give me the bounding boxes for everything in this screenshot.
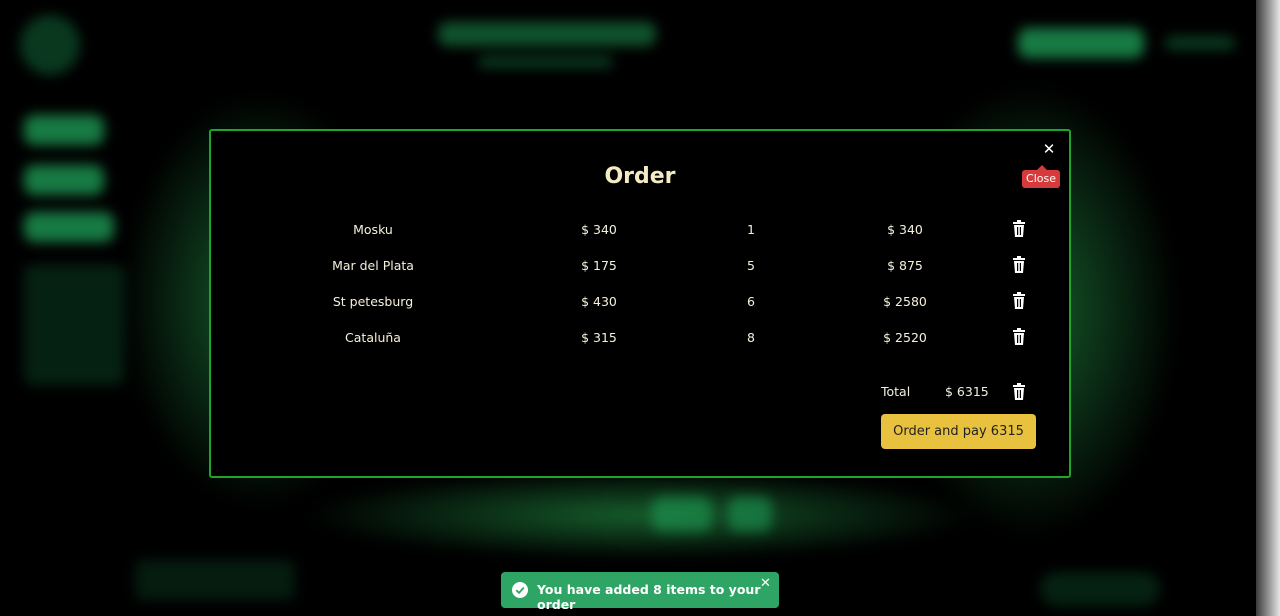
order-row: St petesburg $ 430 6 $ 2580 xyxy=(211,292,1069,312)
background-sidebar-list xyxy=(24,265,124,385)
background-footer-text xyxy=(135,560,295,600)
background-header-button xyxy=(1018,28,1144,58)
modal-title: Order xyxy=(604,164,676,189)
item-quantity: 5 xyxy=(747,258,755,273)
close-icon[interactable]: ✕ xyxy=(760,576,771,591)
background-site-title xyxy=(438,22,656,46)
item-subtotal: $ 2520 xyxy=(883,330,927,345)
background-subtitle xyxy=(478,56,613,68)
item-name: St petesburg xyxy=(332,294,414,309)
item-name: Mar del Plata xyxy=(332,258,414,273)
background-plant-art xyxy=(300,470,980,560)
window-edge-shadow xyxy=(1256,0,1280,616)
trash-icon[interactable] xyxy=(1011,256,1027,274)
close-tooltip: Close xyxy=(1022,165,1060,188)
trash-icon[interactable] xyxy=(1011,292,1027,310)
background-button xyxy=(652,496,712,532)
item-quantity: 6 xyxy=(747,294,755,309)
item-quantity: 8 xyxy=(747,330,755,345)
background-sidebar-button xyxy=(24,212,114,242)
background-header-link xyxy=(1165,36,1235,50)
check-circle-icon xyxy=(512,582,528,598)
item-price: $ 340 xyxy=(581,222,617,237)
background-sidebar-button xyxy=(24,115,104,145)
item-name: Mosku xyxy=(353,222,393,237)
total-value: $ 6315 xyxy=(945,384,989,399)
background-social-icons xyxy=(1040,572,1160,606)
close-icon[interactable]: ✕ xyxy=(1041,141,1057,157)
toast-message: You have added 8 items to your order xyxy=(537,582,761,612)
toast-notification: You have added 8 items to your order ✕ xyxy=(501,572,779,612)
item-subtotal: $ 875 xyxy=(887,258,923,273)
item-price: $ 430 xyxy=(581,294,617,309)
trash-icon[interactable] xyxy=(1011,383,1027,401)
trash-icon[interactable] xyxy=(1011,328,1027,346)
item-price: $ 315 xyxy=(581,330,617,345)
item-subtotal: $ 2580 xyxy=(883,294,927,309)
background-sidebar-button xyxy=(24,165,104,195)
item-subtotal: $ 340 xyxy=(887,222,923,237)
trash-icon[interactable] xyxy=(1011,220,1027,238)
item-name: Cataluña xyxy=(345,330,401,345)
total-label: Total xyxy=(881,384,911,399)
item-quantity: 1 xyxy=(747,222,755,237)
order-modal: Order ✕ Close Mosku $ 340 1 $ 340 Mar de… xyxy=(209,129,1071,478)
background-button xyxy=(728,496,772,532)
item-price: $ 175 xyxy=(581,258,617,273)
background-logo xyxy=(20,15,80,75)
order-and-pay-button[interactable]: Order and pay 6315 xyxy=(881,414,1036,449)
order-row: Mosku $ 340 1 $ 340 xyxy=(211,220,1069,240)
order-row: Cataluña $ 315 8 $ 2520 xyxy=(211,328,1069,348)
order-row: Mar del Plata $ 175 5 $ 875 xyxy=(211,256,1069,276)
